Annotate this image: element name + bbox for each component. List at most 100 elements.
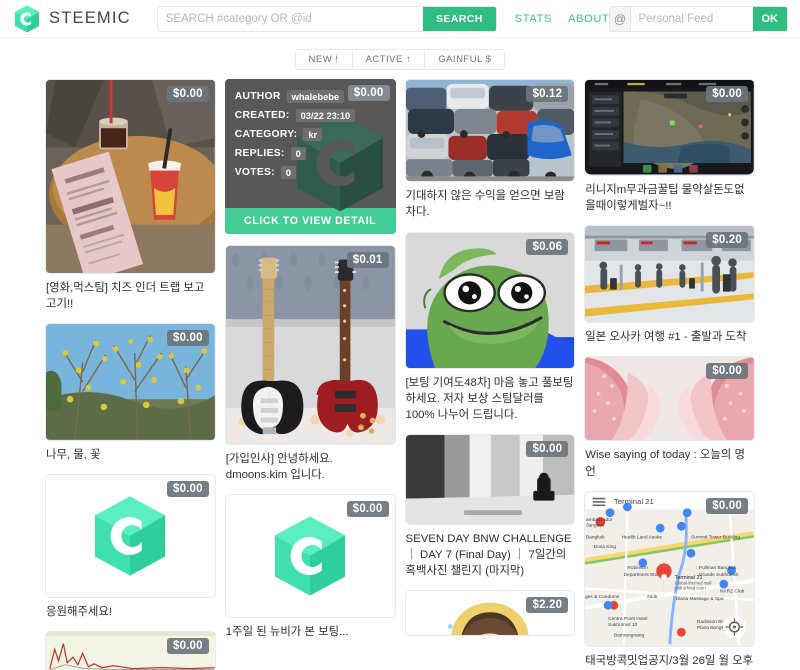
post-caption[interactable]: 일본 오사카 여행 #1 - 출발과 도착 xyxy=(584,323,755,345)
column-2: $0.00 AUTHOR whalebebe CREATED: 03/22 23… xyxy=(224,79,396,640)
payout-badge: $0.00 xyxy=(346,501,389,518)
post-thumbnail[interactable]: $0.00 xyxy=(45,631,216,670)
payout-badge: $0.00 xyxy=(706,86,748,102)
svg-text:Health Land Asoke: Health Land Asoke xyxy=(622,534,663,540)
post-thumbnail[interactable]: $0.12 xyxy=(404,79,576,183)
detail-value: kr xyxy=(303,128,323,141)
post-caption[interactable]: 응원해주세요! xyxy=(45,598,216,620)
post-card[interactable]: $0.00 xyxy=(404,434,576,580)
post-card[interactable]: $0.00 xyxy=(584,79,755,214)
post-caption[interactable]: 나무, 물, 꽃 xyxy=(45,441,216,463)
two-guitars-image xyxy=(225,246,395,444)
svg-text:Diana Massage & Spa: Diana Massage & Spa xyxy=(676,596,724,602)
personal-feed-input[interactable] xyxy=(630,6,753,31)
detail-key: CREATED: xyxy=(234,110,290,121)
svg-text:Terminal 21: Terminal 21 xyxy=(614,497,654,506)
detail-key: CATEGORY: xyxy=(234,129,298,140)
at-symbol-icon: @ xyxy=(610,6,631,31)
detail-key: AUTHOR xyxy=(234,91,281,102)
search-button[interactable]: SEARCH xyxy=(423,6,496,31)
post-card[interactable]: $0.00 xyxy=(45,79,216,312)
post-thumbnail[interactable]: $0.00 xyxy=(45,474,216,599)
search-input[interactable] xyxy=(157,6,423,31)
svg-text:Dosa King: Dosa King xyxy=(594,544,617,550)
detail-value: 0 xyxy=(290,147,306,160)
column-3: $0.12 기대하지 않은 수익을 얻으면 보람차다. $0.06 [보팅 기여… xyxy=(404,79,576,636)
payout-badge: $0.00 xyxy=(706,497,748,514)
post-card[interactable]: $0.00 xyxy=(584,356,755,479)
post-card[interactable]: $0.00 Terminal 21 ambassador 3angkok Ban… xyxy=(584,490,755,670)
tab-gainful[interactable]: GAINFUL $ xyxy=(425,50,505,69)
nav-link-stats[interactable]: STATS xyxy=(515,13,552,25)
payout-badge: $0.00 xyxy=(347,85,390,101)
detail-field-replies: REPLIES: 0 xyxy=(235,147,386,160)
column-1: $0.00 [영화,먹스팀] 치즈 인더 트랩 보고 고기!! $0.00 나무… xyxy=(45,79,216,670)
payout-badge: $0.00 xyxy=(166,330,209,347)
post-thumbnail[interactable]: $0.00 xyxy=(45,323,216,441)
post-card[interactable]: $0.20 일본 오사카 여행 #1 - 출발과 도착 xyxy=(584,224,755,346)
svg-text:Bangkok: Bangkok xyxy=(586,534,605,540)
post-detail-card[interactable]: $0.00 AUTHOR whalebebe CREATED: 03/22 23… xyxy=(224,79,396,234)
filter-tabs-row: NEW ! ACTIVE ↑ GAINFUL $ xyxy=(0,38,800,79)
post-caption[interactable]: [가입인사] 안녕하세요. dmoons.kim 입니다. xyxy=(225,445,396,483)
svg-text:Sukhumvit 10: Sukhumvit 10 xyxy=(608,622,637,628)
payout-badge: $0.01 xyxy=(346,252,389,268)
nav-link-about[interactable]: ABOUT xyxy=(568,13,609,25)
detail-field-votes: VOTES: 0 xyxy=(235,166,386,179)
post-thumbnail[interactable]: $0.00 xyxy=(224,494,396,619)
svg-text:ambassador: ambassador xyxy=(586,517,613,523)
personal-feed-bar[interactable]: @ OK xyxy=(609,5,788,32)
post-card[interactable]: $0.00 1주일 된 뉴비가 본 보팅... xyxy=(224,494,396,640)
detail-key: REPLIES: xyxy=(234,148,285,159)
detail-field-category: CATEGORY: kr xyxy=(235,128,386,141)
post-card[interactable]: $2.20 xyxy=(404,590,576,636)
tab-active[interactable]: ACTIVE ↑ xyxy=(352,50,426,69)
search-bar[interactable]: SEARCH xyxy=(156,5,497,32)
svg-text:Centre Point Hotel: Centre Point Hotel xyxy=(608,616,647,622)
brand-logo[interactable]: STEEMIC xyxy=(14,5,131,33)
payout-badge: $0.00 xyxy=(166,638,209,655)
svg-text:Summit Tower Building: Summit Tower Building xyxy=(691,534,740,540)
post-thumbnail[interactable]: $0.00 xyxy=(404,434,576,525)
steemic-cube-placeholder-icon xyxy=(275,516,346,596)
hamburger-icon xyxy=(592,497,606,506)
detail-field-created: CREATED: 03/22 23:10 xyxy=(235,109,386,122)
post-card[interactable]: $0.00 xyxy=(45,323,216,463)
post-thumbnail[interactable]: $0.20 xyxy=(584,224,755,324)
post-thumbnail[interactable]: $0.00 xyxy=(584,79,755,176)
post-thumbnail[interactable]: $0.00 Terminal 21 ambassador 3angkok Ban… xyxy=(584,490,755,648)
google-map-image: Terminal 21 ambassador3angkok BangkokDos… xyxy=(585,491,754,647)
post-thumbnail[interactable]: $0.06 xyxy=(404,231,576,369)
svg-text:Plaza Bangk: Plaza Bangk xyxy=(697,625,725,631)
column-4: $0.00 리니지m무과금꿀팁 물약살돈도없을때이렇게벌자~!! $0.20 일… xyxy=(584,79,755,670)
post-thumbnail[interactable]: $0.01 xyxy=(224,245,396,445)
payout-badge: $0.06 xyxy=(526,238,569,255)
svg-text:Bamrangnang: Bamrangnang xyxy=(614,632,645,638)
payout-badge: $0.00 xyxy=(166,86,209,102)
post-thumbnail[interactable]: $2.20 xyxy=(404,590,576,636)
top-header: STEEMIC SEARCH STATS ABOUT @ OK xyxy=(0,0,800,38)
post-card[interactable]: $0.00 xyxy=(45,631,216,670)
post-thumbnail[interactable]: $0.00 xyxy=(45,79,216,274)
post-caption[interactable]: [영화,먹스팀] 치즈 인더 트랩 보고 고기!! xyxy=(45,274,216,312)
post-caption[interactable]: 기대하지 않은 수익을 얻으면 보람차다. xyxy=(405,182,576,220)
post-caption[interactable]: 태국방콕밋업공지/3월 26일 월 오후 6시 이수연에 터미널앤인근 xyxy=(584,647,755,670)
post-card[interactable]: $0.00 응원해주세요! xyxy=(45,474,216,620)
post-caption[interactable]: Wise saying of today : 오늘의 명언 xyxy=(584,441,755,479)
detail-key: VOTES: xyxy=(234,167,275,178)
post-caption[interactable]: 1주일 된 뉴비가 본 보팅... xyxy=(225,618,396,640)
post-card[interactable]: $0.01 [가입인사] 안녕하세요. dmoons.kim 입니다. xyxy=(224,245,396,483)
detail-value: whalebebe xyxy=(286,90,345,103)
svg-text:with a food court: with a food court xyxy=(675,585,707,590)
post-caption[interactable]: 리니지m무과금꿀팁 물약살돈도없을때이렇게벌자~!! xyxy=(584,176,755,214)
feed-ok-button[interactable]: OK xyxy=(752,6,787,31)
brand-name: STEEMIC xyxy=(49,9,131,27)
tab-new[interactable]: NEW ! xyxy=(295,50,353,69)
svg-text:Grande Sukhumvit: Grande Sukhumvit xyxy=(699,572,740,578)
header-nav: STATS ABOUT xyxy=(515,13,610,25)
post-thumbnail[interactable]: $0.00 xyxy=(584,356,755,442)
post-caption[interactable]: [보팅 기여도48차] 마음 놓고 풀보팅 하세요. 저자 보상 스팀달러를 1… xyxy=(405,369,576,424)
post-card[interactable]: $0.06 [보팅 기여도48차] 마음 놓고 풀보팅 하세요. 저자 보상 스… xyxy=(404,231,576,424)
post-card[interactable]: $0.12 기대하지 않은 수익을 얻으면 보람차다. xyxy=(404,79,576,221)
post-caption[interactable]: SEVEN DAY BNW CHALLENGE ｜ DAY 7 (Final D… xyxy=(405,525,576,580)
